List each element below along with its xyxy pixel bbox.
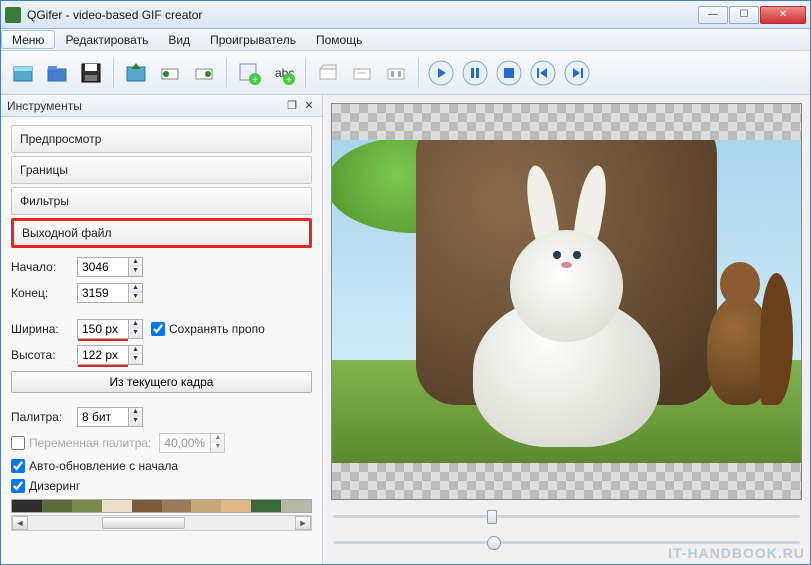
set-start-button[interactable] [154,57,186,89]
spin-down-icon[interactable]: ▼ [129,267,142,276]
palette-input[interactable] [78,408,128,426]
spin-up-icon[interactable]: ▲ [129,346,142,355]
panel-title: Инструменты [7,99,82,113]
auto-update-checkbox[interactable]: Авто-обновление с начала [11,459,178,473]
titlebar: QGifer - video-based GIF creator — ☐ ✕ [1,1,810,29]
save-button[interactable] [75,57,107,89]
app-window: QGifer - video-based GIF creator — ☐ ✕ М… [0,0,811,565]
end-label: Конец: [11,286,69,300]
palette-scrollbar[interactable]: ◄ ► [11,515,312,531]
width-label: Ширина: [11,322,69,336]
menubar: Меню Редактировать Вид Проигрыватель Пом… [1,29,810,51]
seek-thumb[interactable] [487,510,497,524]
start-spinner[interactable]: ▲▼ [77,257,143,277]
variable-palette-value [160,434,210,452]
bunny-character [473,230,661,463]
tools-panel: Инструменты ❐ ✕ Предпросмотр Границы Фил… [1,95,323,564]
pause-button[interactable] [459,57,491,89]
open-project-button[interactable] [41,57,73,89]
export-gif-button[interactable] [120,57,152,89]
effects-button-1[interactable] [312,57,344,89]
height-input[interactable] [78,346,128,364]
effects-button-2[interactable] [346,57,378,89]
undock-icon[interactable]: ❐ [285,99,299,113]
dithering-input[interactable] [11,479,25,493]
spin-up-icon[interactable]: ▲ [129,284,142,293]
width-input[interactable] [78,320,128,338]
variable-palette-spinner: ▲▼ [159,433,225,453]
seek-slider[interactable] [333,510,800,522]
palette-label: Палитра: [11,410,69,424]
maximize-button[interactable]: ☐ [729,6,759,24]
palette-spinner[interactable]: ▲▼ [77,407,143,427]
squirrel-character [707,295,773,405]
range-thumb[interactable] [487,536,501,550]
dithering-checkbox[interactable]: Дизеринг [11,479,80,493]
variable-palette-checkbox[interactable]: Переменная палитра: [11,436,151,450]
spin-down-icon[interactable]: ▼ [129,329,142,338]
end-spinner[interactable]: ▲▼ [77,283,143,303]
section-borders[interactable]: Границы [11,156,312,184]
section-output[interactable]: Выходной файл [11,218,312,248]
effects-button-3[interactable] [380,57,412,89]
spin-down-icon[interactable]: ▼ [129,417,142,426]
dithering-label: Дизеринг [29,479,80,493]
spin-up-icon[interactable]: ▲ [129,320,142,329]
add-text-button[interactable]: abc+ [267,57,299,89]
spin-up-icon[interactable]: ▲ [129,258,142,267]
scroll-left-icon[interactable]: ◄ [12,516,28,530]
panel-header: Инструменты ❐ ✕ [1,95,322,117]
prev-frame-button[interactable] [527,57,559,89]
section-filters[interactable]: Фильтры [11,187,312,215]
scroll-right-icon[interactable]: ► [295,516,311,530]
panel-close-icon[interactable]: ✕ [302,99,316,113]
minimize-button[interactable]: — [698,6,728,24]
palette-swatch [11,499,312,513]
menu-help[interactable]: Помощь [306,29,372,50]
window-title: QGifer - video-based GIF creator [27,8,698,22]
keep-ratio-checkbox[interactable]: Сохранять пропо [151,322,265,336]
width-spinner[interactable]: ▲▼ [77,319,143,339]
video-content [332,140,801,463]
scroll-thumb[interactable] [102,517,186,529]
variable-palette-input[interactable] [11,436,25,450]
preview-area [323,95,810,564]
start-label: Начало: [11,260,69,274]
start-input[interactable] [78,258,128,276]
toolbar: + abc+ [1,51,810,95]
spin-up-icon[interactable]: ▲ [129,408,142,417]
play-button[interactable] [425,57,457,89]
auto-update-label: Авто-обновление с начала [29,459,178,473]
next-frame-button[interactable] [561,57,593,89]
add-image-button[interactable]: + [233,57,265,89]
menu-main[interactable]: Меню [1,30,55,49]
section-preview[interactable]: Предпросмотр [11,125,312,153]
from-current-frame-button[interactable]: Из текущего кадра [11,371,312,393]
set-end-button[interactable] [188,57,220,89]
spin-down-icon[interactable]: ▼ [129,293,142,302]
output-form: Начало: ▲▼ Конец: ▲▼ Ширина: [1,251,322,537]
auto-update-input[interactable] [11,459,25,473]
svg-text:+: + [286,75,292,85]
keep-ratio-input[interactable] [151,322,165,336]
open-video-button[interactable] [7,57,39,89]
watermark: IT-HANDBOOK.RU [668,545,805,561]
app-icon [5,7,21,23]
stop-button[interactable] [493,57,525,89]
crop-area-top [332,104,801,140]
svg-text:+: + [252,75,258,85]
crop-area-bottom [332,463,801,499]
spin-down-icon[interactable]: ▼ [129,355,142,364]
height-label: Высота: [11,348,69,362]
close-button[interactable]: ✕ [760,6,806,24]
menu-view[interactable]: Вид [158,29,200,50]
menu-player[interactable]: Проигрыватель [200,29,306,50]
keep-ratio-label: Сохранять пропо [169,322,265,336]
variable-palette-label: Переменная палитра: [29,436,151,450]
menu-edit[interactable]: Редактировать [55,29,158,50]
height-spinner[interactable]: ▲▼ [77,345,143,365]
end-input[interactable] [78,284,128,302]
video-frame [331,103,802,500]
